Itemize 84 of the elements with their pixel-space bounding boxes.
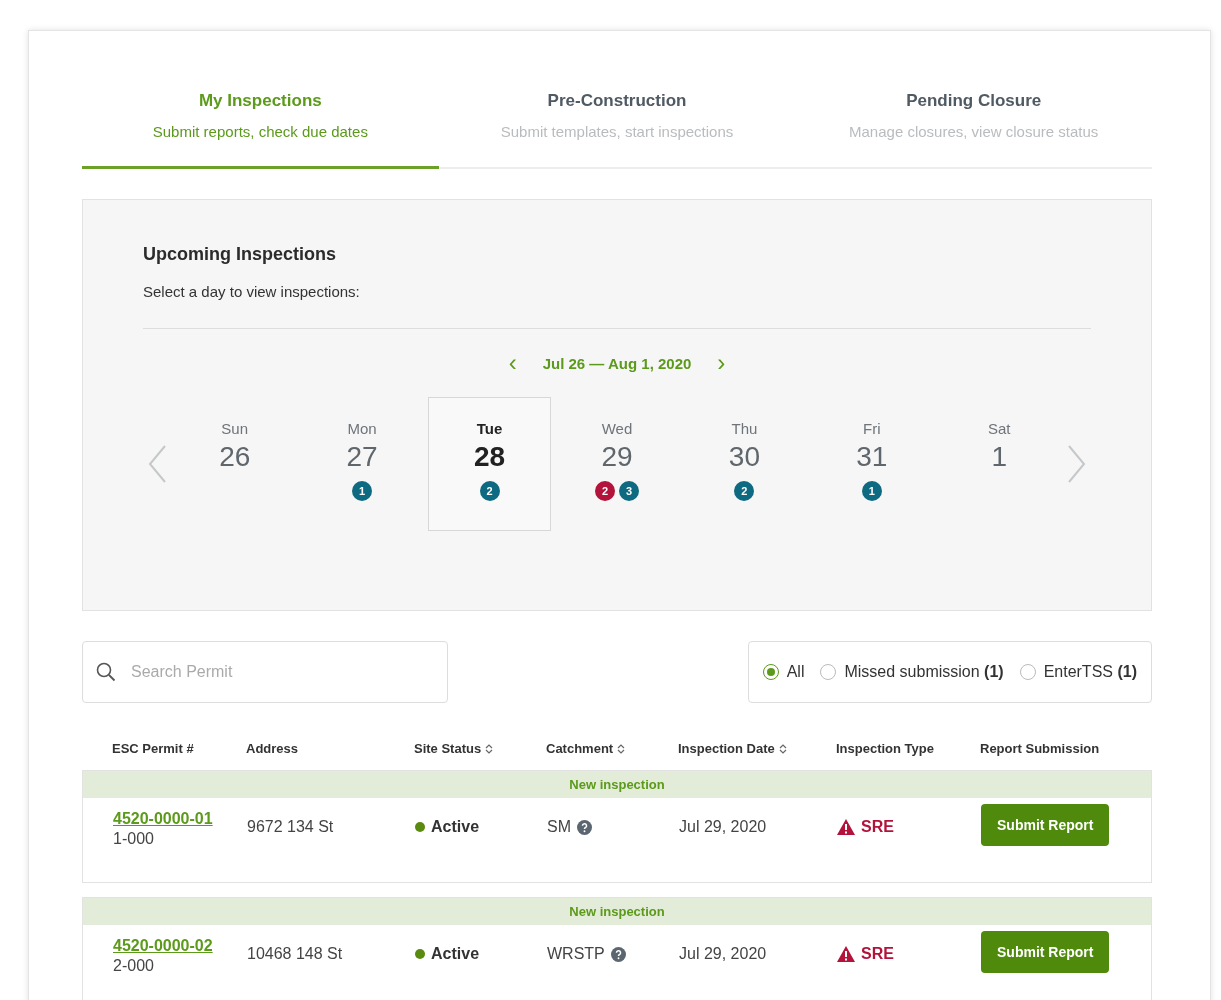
day-number: 28	[473, 441, 507, 473]
day-cell[interactable]: Sat 1	[937, 397, 1061, 531]
status-text: Active	[431, 818, 480, 836]
status-dot	[415, 822, 425, 832]
day-number: 26	[218, 441, 252, 473]
day-cell[interactable]: Tue 28 2	[427, 397, 552, 531]
permit-link[interactable]: 4520-0000-02	[113, 937, 213, 955]
catchment-text: WRSTP	[547, 945, 605, 963]
warning-icon	[837, 946, 855, 962]
day-cell[interactable]: Mon 27 1	[300, 397, 424, 531]
count-badge: 2	[734, 481, 755, 501]
tab-title: Pending Closure	[905, 91, 1043, 111]
column-header: Inspection Type	[836, 741, 934, 756]
filter-label: All	[786, 663, 805, 681]
count-badge: 2	[595, 481, 615, 501]
day-name: Mon	[346, 420, 378, 437]
filter-option[interactable]: EnterTSS (1)	[1019, 663, 1137, 681]
day-cell[interactable]: Thu 30 2	[682, 397, 807, 531]
submit-report-button[interactable]: Submit Report	[981, 931, 1110, 973]
next-week-button[interactable]: ›	[717, 351, 726, 375]
section-title: Upcoming Inspections	[143, 244, 338, 265]
permit-subnumber: 1-000	[113, 830, 155, 848]
radio-button[interactable]	[820, 664, 837, 680]
day-name: Tue	[475, 420, 504, 437]
radio-button[interactable]	[762, 664, 779, 680]
day-name: Wed	[600, 420, 634, 437]
count-badge: 1	[352, 481, 373, 501]
column-header: Report Submission	[980, 741, 1100, 756]
status-text: Active	[431, 945, 480, 963]
column-header[interactable]: Inspection Date	[678, 741, 775, 756]
inspection-type: SRE	[861, 818, 894, 836]
day-number: 27	[345, 441, 379, 473]
count-badge: 1	[861, 481, 882, 501]
day-number: 1	[990, 441, 1009, 473]
search-icon	[96, 662, 116, 682]
column-header: Address	[246, 741, 299, 756]
day-cell[interactable]: Fri 31 1	[810, 397, 934, 531]
count-badge: 3	[619, 481, 639, 501]
week-label: Jul 26 — Aug 1, 2020	[542, 354, 692, 372]
tab[interactable]: Pre-Construction Submit templates, start inspections	[438, 81, 796, 169]
tab-subtitle: Submit reports, check due dates	[151, 123, 369, 140]
column-header: ESC Permit #	[112, 741, 194, 756]
search-field[interactable]: Search Permit	[82, 641, 448, 703]
permit-subnumber: 2-000	[113, 957, 155, 975]
sort-icon[interactable]	[617, 742, 626, 755]
date-text: Jul 29, 2020	[679, 818, 767, 836]
permit-link[interactable]: 4520-0000-01	[113, 810, 213, 828]
column-header[interactable]: Catchment	[546, 741, 614, 756]
day-cell[interactable]: Wed 29 2 3	[555, 397, 679, 531]
sort-icon[interactable]	[778, 742, 787, 755]
filter-option[interactable]: All	[762, 663, 805, 681]
day-name: Thu	[730, 420, 759, 437]
day-number: 31	[855, 441, 889, 473]
tab-title: Pre-Construction	[546, 91, 688, 111]
previous-week-button[interactable]: ‹	[508, 351, 517, 375]
tab-subtitle: Manage closures, view closure status	[848, 123, 1100, 140]
date-text: Jul 29, 2020	[679, 945, 767, 963]
row-banner: New inspection	[83, 898, 1151, 925]
submit-report-button[interactable]: Submit Report	[981, 804, 1110, 846]
tab-title: My Inspections	[197, 91, 323, 111]
filter-label: EnterTSS (1)	[1043, 663, 1137, 681]
status-dot	[415, 949, 425, 959]
column-header[interactable]: Site Status	[414, 741, 482, 756]
help-icon[interactable]	[610, 946, 626, 962]
day-name: Sat	[987, 420, 1012, 437]
tab[interactable]: Pending Closure Manage closures, view closure status	[795, 81, 1152, 169]
warning-icon	[837, 819, 855, 835]
catchment-text: SM	[547, 818, 571, 836]
count-badge: 2	[479, 481, 500, 501]
help-icon[interactable]	[577, 819, 592, 835]
tab[interactable]: My Inspections Submit reports, check due dates	[82, 81, 439, 169]
day-number: 29	[600, 441, 634, 473]
day-name: Sun	[220, 420, 250, 437]
day-name: Fri	[862, 420, 882, 437]
radio-button[interactable]	[1019, 664, 1036, 680]
day-number: 30	[727, 441, 761, 473]
address-text: 9672 134 St	[247, 818, 334, 836]
address-text: 10468 148 St	[247, 945, 343, 963]
row-banner: New inspection	[83, 771, 1151, 798]
hint-text: Select a day to view inspections:	[143, 283, 361, 300]
tab-subtitle: Submit templates, start inspections	[499, 123, 735, 140]
inspection-type: SRE	[861, 945, 894, 963]
sort-icon[interactable]	[485, 742, 494, 755]
day-cell[interactable]: Sun 26	[173, 397, 297, 531]
